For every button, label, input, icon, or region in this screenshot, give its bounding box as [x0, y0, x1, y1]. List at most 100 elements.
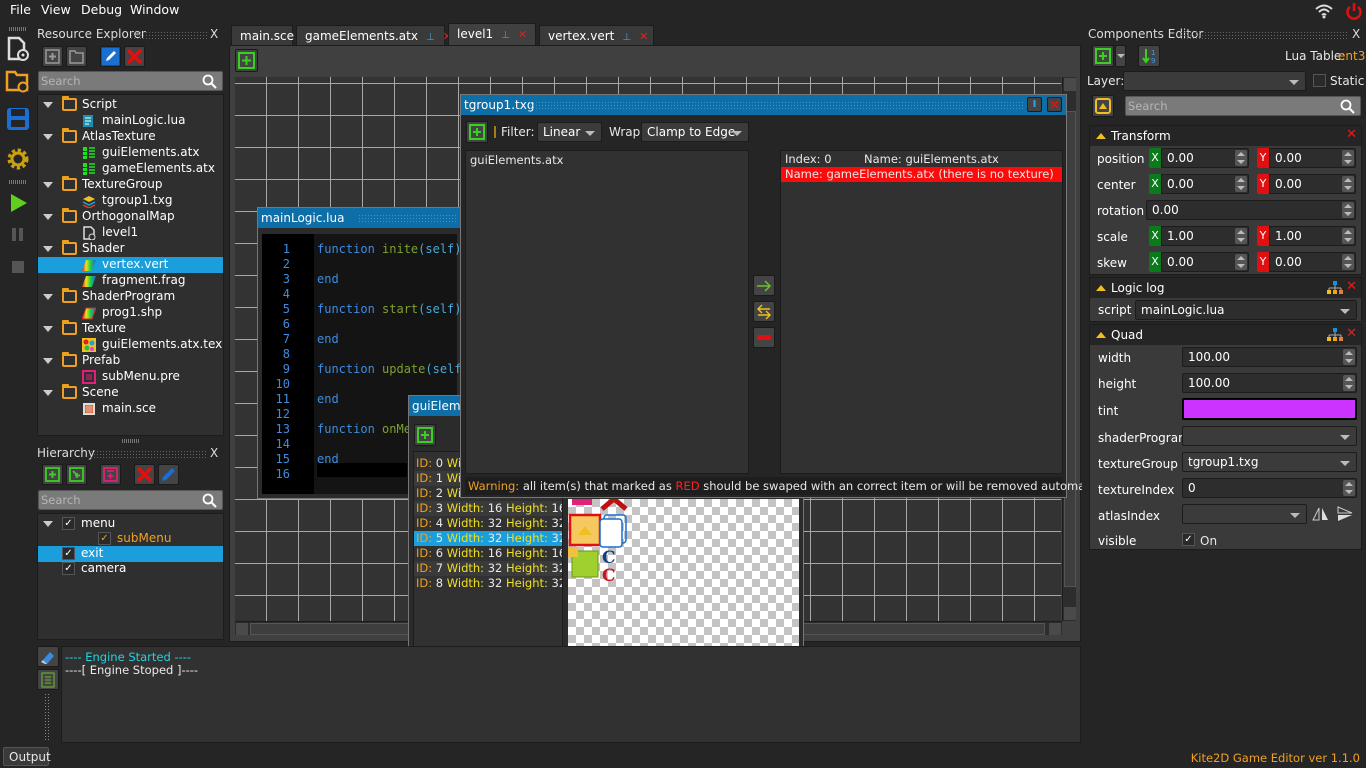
tab-level1[interactable]: level1 ⊥ ✕: [448, 23, 536, 45]
tree-item-prefab[interactable]: Prefab: [38, 352, 223, 369]
tab-main-sce[interactable]: main.sce: [231, 25, 294, 45]
scale-y-field[interactable]: 1.00: [1269, 226, 1356, 246]
tree-item-guielements-atx[interactable]: guiElements.atx: [38, 145, 223, 161]
atlas-item[interactable]: ID: 5 Width: 32 Height: 32 X: 0: [414, 531, 562, 546]
scale-x-field[interactable]: 1.00: [1161, 226, 1249, 246]
texture-group-select[interactable]: tgroup1.txg: [1182, 452, 1357, 472]
pin-icon[interactable]: ⊥: [426, 32, 435, 43]
tree-item-shaderprogram[interactable]: ShaderProgram: [38, 288, 223, 305]
add-prefab-button[interactable]: [100, 464, 121, 485]
search-icon[interactable]: [202, 493, 217, 508]
atlas-preview[interactable]: C C: [568, 499, 799, 663]
position-y-field[interactable]: 0.00: [1269, 148, 1356, 168]
expand-caret-icon[interactable]: [43, 214, 53, 220]
components-editor-close-button[interactable]: X: [1352, 27, 1360, 41]
logic-header[interactable]: Logic log ✕: [1090, 278, 1361, 298]
add-entity-button[interactable]: [42, 464, 63, 485]
atlas-item[interactable]: ID: 3 Width: 16 Height: 16 X: 3: [414, 501, 562, 516]
visibility-checkbox[interactable]: ✓: [62, 547, 75, 560]
texture-index-field[interactable]: 0: [1182, 478, 1357, 498]
quad-header[interactable]: Quad ✕: [1090, 325, 1361, 345]
collapse-triangle-icon[interactable]: [1096, 285, 1106, 291]
panel-drag-handle[interactable]: [1180, 31, 1348, 40]
hierarchy-tree-icon[interactable]: [1327, 328, 1343, 342]
atlas-item[interactable]: ID: 7 Width: 32 Height: 32 X: 0: [414, 561, 562, 576]
spin-arrows-icon[interactable]: [1342, 202, 1354, 218]
add-to-group-button[interactable]: [753, 275, 775, 296]
remove-component-icon[interactable]: ✕: [1346, 326, 1357, 341]
spin-arrows-icon[interactable]: [1342, 254, 1354, 270]
log-view-button[interactable]: [37, 669, 59, 690]
add-resource-button[interactable]: [42, 46, 63, 67]
expand-caret-icon[interactable]: [43, 358, 53, 364]
scroll-left-button[interactable]: [236, 623, 248, 635]
expand-caret-icon[interactable]: [43, 390, 53, 396]
spin-arrows-icon[interactable]: [1343, 375, 1355, 391]
remove-component-icon[interactable]: ✕: [1346, 279, 1357, 294]
skew-y-field[interactable]: 0.00: [1269, 252, 1356, 272]
rename-entity-button[interactable]: [158, 464, 179, 485]
tree-item-guielements-atx-tex[interactable]: guiElements.atx.tex: [38, 337, 223, 353]
panel-drag-handle[interactable]: [130, 31, 208, 40]
tree-item-atlastexture[interactable]: AtlasTexture: [38, 128, 223, 145]
center-x-field[interactable]: 0.00: [1161, 174, 1249, 194]
spin-arrows-icon[interactable]: [1235, 228, 1247, 244]
expand-caret-icon[interactable]: [43, 134, 53, 140]
texture-group-titlebar[interactable]: tgroup1.txg: [461, 95, 1066, 115]
script-select[interactable]: mainLogic.lua: [1135, 300, 1357, 320]
group-texture-item[interactable]: Index: 0 Name: guiElements.atx: [781, 152, 1062, 167]
spin-arrows-icon[interactable]: [1235, 176, 1247, 192]
component-search-input[interactable]: [1128, 98, 1316, 114]
hierarchy-item-menu[interactable]: ✓ menu: [38, 516, 223, 532]
search-icon[interactable]: [202, 74, 217, 89]
collapse-triangle-icon[interactable]: [1096, 133, 1106, 139]
add-atlas-item-button[interactable]: [414, 424, 436, 446]
width-field[interactable]: 100.00: [1182, 347, 1357, 367]
group-texture-item[interactable]: Name: gameElements.atx (there is no text…: [781, 167, 1062, 182]
tab-vertex-vert[interactable]: vertex.vert ⊥ ✕: [539, 25, 654, 45]
hierarchy-item-submenu[interactable]: ✓ subMenu: [38, 531, 223, 547]
clear-output-button[interactable]: [37, 646, 59, 667]
skew-x-field[interactable]: 0.00: [1161, 252, 1249, 272]
static-checkbox[interactable]: [1313, 74, 1326, 87]
close-window-button[interactable]: [1047, 97, 1062, 112]
output-tab[interactable]: Output: [3, 747, 51, 766]
tree-item-gameelements-atx[interactable]: gameElements.atx: [38, 161, 223, 177]
add-component-dropdown[interactable]: [1115, 45, 1126, 67]
atlas-item[interactable]: ID: 8 Width: 32 Height: 32 X: 3: [414, 576, 562, 591]
add-child-entity-button[interactable]: [66, 464, 87, 485]
filter-select[interactable]: Linear: [537, 122, 602, 142]
center-y-field[interactable]: 0.00: [1269, 174, 1356, 194]
tab-gameelements-atx[interactable]: gameElements.atx⊥✕: [296, 25, 452, 45]
new-file-icon[interactable]: [5, 36, 31, 62]
pin-window-button[interactable]: [1027, 97, 1042, 112]
tree-item-fragment-frag[interactable]: fragment.frag: [38, 273, 223, 289]
scroll-down-button[interactable]: [1064, 607, 1076, 620]
spin-arrows-icon[interactable]: [1342, 176, 1354, 192]
swap-item-button[interactable]: [753, 301, 775, 322]
tree-item-mainlogic-lua[interactable]: mainLogic.lua: [38, 113, 223, 129]
tree-item-main-sce[interactable]: main.sce: [38, 401, 223, 417]
remove-item-button[interactable]: [753, 327, 775, 348]
play-icon[interactable]: [5, 190, 31, 216]
splitter-handle[interactable]: [122, 439, 140, 443]
tree-item-scene[interactable]: Scene: [38, 384, 223, 401]
tree-item-prog1-shp[interactable]: prog1.shp: [38, 305, 223, 321]
hierarchy-search-input[interactable]: [41, 492, 188, 508]
hierarchy-close-button[interactable]: X: [210, 446, 218, 460]
wrap-select[interactable]: Clamp to Edge: [641, 122, 749, 142]
tree-item-texture[interactable]: Texture: [38, 320, 223, 337]
hierarchy-item-camera[interactable]: ✓ camera: [38, 561, 223, 577]
sort-components-button[interactable]: 19: [1138, 45, 1160, 67]
visibility-checkbox[interactable]: ✓: [98, 532, 111, 545]
tree-item-level1[interactable]: level1: [38, 225, 223, 241]
expand-caret-icon[interactable]: [43, 326, 53, 332]
height-field[interactable]: 100.00: [1182, 373, 1357, 393]
position-x-field[interactable]: 0.00: [1161, 148, 1249, 168]
tree-item-vertex-vert[interactable]: vertex.vert: [38, 257, 223, 273]
layer-select[interactable]: [1123, 71, 1306, 91]
delete-resource-button[interactable]: [124, 46, 145, 67]
pin-icon[interactable]: ⊥: [501, 30, 510, 41]
shader-program-select[interactable]: [1182, 426, 1357, 446]
expand-caret-icon[interactable]: [43, 182, 53, 188]
